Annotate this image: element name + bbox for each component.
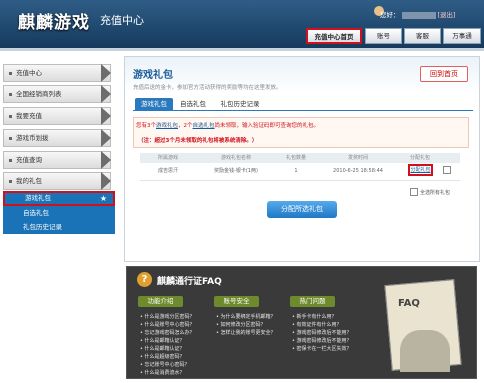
arrow-right-icon bbox=[101, 172, 111, 190]
nav-recharge-home[interactable]: 充值中心首页 bbox=[306, 28, 362, 44]
faq-link-text: 什么是消费流水？ bbox=[144, 370, 185, 376]
select-all-label: 全选所有礼包 bbox=[420, 190, 451, 196]
faq-link[interactable]: • 密保卡在一栏大区失效？ bbox=[292, 345, 352, 352]
faq-link-text: 游戏密码修改后不能用？ bbox=[296, 338, 352, 344]
column-header: 分配礼包 bbox=[409, 155, 430, 161]
site-logo[interactable]: 麒麟游戏 bbox=[18, 8, 90, 33]
faq-column-header: 功能介绍 bbox=[138, 296, 183, 307]
faq-link[interactable]: • 怎样让我的账号更安全？ bbox=[216, 329, 276, 336]
faq-link[interactable]: • 为什么要绑定手机邮箱？ bbox=[216, 313, 276, 320]
faq-link[interactable]: • 有效证件有什么用？ bbox=[292, 321, 342, 328]
sidebar-sub-optional-gift[interactable]: 自选礼包 bbox=[3, 206, 115, 220]
column-header: 游戏礼包名称 bbox=[220, 155, 251, 161]
faq-link-text: 什么是超级密码？ bbox=[144, 354, 185, 360]
arrow-right-icon bbox=[101, 107, 111, 125]
sidebar-item-dealers[interactable]: 全国经销商列表 bbox=[3, 85, 111, 103]
faq-link-text: 什么是邮箱认证？ bbox=[144, 338, 185, 344]
sidebar-sub-game-gift[interactable]: 游戏礼包 ★ bbox=[3, 191, 115, 206]
arrow-right-icon bbox=[101, 64, 111, 82]
page-subtitle: 充值中心 bbox=[100, 14, 144, 27]
faq-link-text: 什么是游戏分区密码？ bbox=[144, 314, 195, 320]
sidebar-sub-label: 游戏礼包 bbox=[25, 194, 51, 202]
faq-link[interactable]: • 忘记账号中心密码？ bbox=[140, 361, 190, 368]
sidebar-item-label: 全国经销商列表 bbox=[16, 90, 62, 98]
question-icon: ? bbox=[137, 272, 152, 287]
nav-wanshitong[interactable]: 万事通 bbox=[443, 28, 481, 44]
back-home-button[interactable]: 回到首页 bbox=[420, 66, 468, 82]
faq-link-text: 游戏密码修改后不能用？ bbox=[296, 330, 352, 336]
faq-link[interactable]: • 什么是游戏分区密码？ bbox=[140, 313, 195, 320]
sidebar-item-query[interactable]: 充值查询 bbox=[3, 151, 111, 169]
faq-link-text: 如何修改分区密码？ bbox=[220, 322, 266, 328]
sidebar-item-label: 我的礼包 bbox=[16, 177, 42, 185]
notice-text: 您有3个游戏礼包，2个自选礼包尚未领取，输入验证码即可查询您的礼包。 bbox=[136, 121, 319, 129]
faq-column-header: 账号安全 bbox=[214, 296, 259, 307]
column-header: 礼包数量 bbox=[285, 155, 306, 161]
table-cell: 成吉思汗 bbox=[157, 168, 178, 174]
sidebar-item-transfer[interactable]: 游戏币划拨 bbox=[3, 129, 111, 147]
table-cell: 奖励金钱-银卡(1两) bbox=[214, 168, 258, 174]
game-gift-link[interactable]: 游戏礼包 bbox=[156, 123, 178, 129]
sidebar-item-label: 充值中心 bbox=[16, 69, 42, 77]
select-all-checkbox[interactable] bbox=[410, 188, 418, 196]
table-cell: 1 bbox=[294, 168, 298, 174]
table-cell: 2010-6-25 18:58:44 bbox=[333, 168, 383, 174]
sidebar-sub-gift-history[interactable]: 礼包历史记录 bbox=[3, 220, 115, 234]
faq-link[interactable]: • 什么是超级密码？ bbox=[140, 353, 185, 360]
faq-link-text: 怎样让我的账号更安全？ bbox=[220, 330, 276, 336]
sidebar-item-my-gifts[interactable]: 我的礼包 bbox=[3, 172, 111, 190]
allocate-gift-link[interactable]: 分配礼包 bbox=[408, 164, 433, 176]
nav-service[interactable]: 客服 bbox=[404, 28, 441, 44]
faq-link-text: 忘记游戏密码怎么办？ bbox=[144, 330, 195, 336]
star-icon: ★ bbox=[99, 194, 107, 203]
row-checkbox[interactable] bbox=[443, 166, 451, 174]
arrow-right-icon bbox=[101, 151, 111, 169]
column-header: 发奖时间 bbox=[347, 155, 368, 161]
faq-title: 麒麟通行证FAQ bbox=[157, 277, 222, 287]
sidebar-item-recharge[interactable]: 我要充值 bbox=[3, 107, 111, 125]
newspaper-faq-text: FAQ bbox=[398, 298, 420, 309]
faq-link-text: 什么是邮箱认证？ bbox=[144, 346, 185, 352]
user-greeting: 您好： [退出] bbox=[380, 9, 456, 19]
faq-link-text: 为什么要绑定手机邮箱？ bbox=[220, 314, 276, 320]
arrow-right-icon bbox=[101, 129, 111, 147]
page-title: 游戏礼包 bbox=[133, 70, 173, 81]
faq-link[interactable]: • 什么是账号中心密码？ bbox=[140, 321, 195, 328]
notice-text-part: 尚未领取，输入验证码即可查询您的礼包。 bbox=[214, 123, 320, 129]
faq-link[interactable]: • 游戏密码修改后不能用？ bbox=[292, 337, 352, 344]
faq-link[interactable]: • 什么是消费流水？ bbox=[140, 369, 185, 376]
notice-text-part: ，2个 bbox=[178, 123, 193, 129]
faq-link-text: 忘记账号中心密码？ bbox=[144, 362, 190, 368]
row-divider bbox=[140, 180, 460, 181]
greeting-label: 您好： bbox=[380, 11, 400, 19]
username-redacted bbox=[401, 11, 436, 19]
faq-link[interactable]: • 什么是邮箱认证？ bbox=[140, 345, 185, 352]
sidebar-item-recharge-center[interactable]: 充值中心 bbox=[3, 64, 111, 82]
arrow-right-icon bbox=[101, 85, 111, 103]
column-header: 所属游戏 bbox=[157, 155, 178, 161]
faq-link[interactable]: • 什么是邮箱认证？ bbox=[140, 337, 185, 344]
faq-link[interactable]: • 游戏密码修改后不能用？ bbox=[292, 329, 352, 336]
faq-link-text: 新手卡有什么用？ bbox=[296, 314, 337, 320]
faq-link[interactable]: • 新手卡有什么用？ bbox=[292, 313, 337, 320]
faq-link-text: 什么是账号中心密码？ bbox=[144, 322, 195, 328]
logout-link[interactable]: [退出] bbox=[438, 11, 456, 19]
reader-illustration bbox=[400, 330, 450, 372]
sidebar-item-label: 我要充值 bbox=[16, 112, 42, 120]
allocate-selected-button[interactable]: 分配所选礼包 bbox=[267, 201, 337, 218]
nav-account[interactable]: 账号 bbox=[365, 28, 402, 44]
faq-link-text: 有效证件有什么用？ bbox=[296, 322, 342, 328]
page-description: 充值后送的金卡，参加官方活动获得的奖励等均在这里发放。 bbox=[133, 85, 282, 91]
notice-warning: （注：超过3个月未领取的礼包将被系统清除。） bbox=[138, 138, 258, 144]
optional-gift-link[interactable]: 自选礼包 bbox=[193, 123, 215, 129]
faq-link-text: 密保卡在一栏大区失效？ bbox=[296, 346, 352, 352]
sidebar-item-label: 游戏币划拨 bbox=[16, 134, 49, 142]
faq-link[interactable]: • 忘记游戏密码怎么办？ bbox=[140, 329, 195, 336]
header-divider bbox=[0, 48, 484, 51]
faq-column-header: 热门问题 bbox=[290, 296, 335, 307]
notice-text-part: 您有3个 bbox=[136, 123, 156, 129]
sidebar-item-label: 充值查询 bbox=[16, 156, 42, 164]
faq-link[interactable]: • 如何修改分区密码？ bbox=[216, 321, 266, 328]
tab-underline bbox=[133, 110, 473, 111]
